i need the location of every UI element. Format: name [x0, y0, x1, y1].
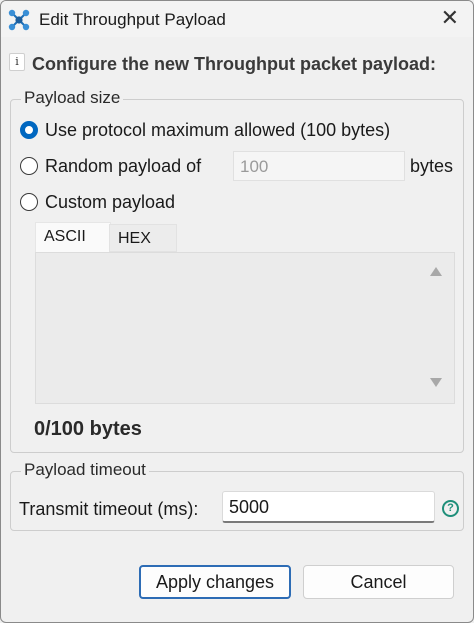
- random-payload-unit: bytes: [410, 156, 454, 176]
- payload-byte-counter: 0/100 bytes: [34, 418, 142, 440]
- tab-hex[interactable]: HEX: [109, 224, 177, 252]
- radio-button[interactable]: [20, 157, 38, 175]
- tab-ascii[interactable]: ASCII: [35, 222, 111, 252]
- radio-custom-payload[interactable]: Custom payload: [20, 192, 220, 216]
- cancel-button[interactable]: Cancel: [303, 565, 454, 599]
- edit-throughput-payload-dialog: Edit Throughput Payload ✕ i Configure th…: [0, 0, 474, 623]
- payload-size-group: Payload size Use protocol maximum allowe…: [10, 88, 464, 453]
- radio-label: Use protocol maximum allowed (100 bytes): [45, 120, 391, 140]
- custom-payload-textarea[interactable]: [35, 252, 455, 404]
- radio-button-checked[interactable]: [20, 121, 38, 139]
- payload-timeout-legend: Payload timeout: [21, 460, 149, 480]
- help-icon[interactable]: ?: [442, 500, 459, 517]
- apply-changes-button[interactable]: Apply changes: [139, 565, 291, 599]
- radio-protocol-maximum[interactable]: Use protocol maximum allowed (100 bytes): [20, 120, 450, 144]
- radio-label: Random payload of: [45, 156, 202, 176]
- radio-label: Custom payload: [45, 192, 176, 212]
- info-text: Configure the new Throughput packet payl…: [32, 54, 437, 74]
- title-bar: Edit Throughput Payload ✕: [1, 1, 473, 37]
- info-icon: i: [9, 53, 25, 71]
- payload-timeout-group: Payload timeout Transmit timeout (ms): 5…: [10, 460, 464, 531]
- scroll-down-arrow-icon[interactable]: [430, 378, 442, 387]
- radio-button[interactable]: [20, 193, 38, 211]
- scroll-up-arrow-icon[interactable]: [430, 267, 442, 276]
- network-nodes-icon: [8, 9, 30, 31]
- transmit-timeout-input[interactable]: 5000: [222, 491, 435, 523]
- random-payload-input[interactable]: 100: [233, 151, 405, 181]
- payload-size-legend: Payload size: [21, 88, 124, 108]
- window-title: Edit Throughput Payload: [39, 10, 226, 29]
- transmit-timeout-label: Transmit timeout (ms):: [19, 499, 199, 519]
- close-icon[interactable]: ✕: [441, 7, 459, 29]
- radio-random-payload[interactable]: Random payload of: [20, 156, 220, 180]
